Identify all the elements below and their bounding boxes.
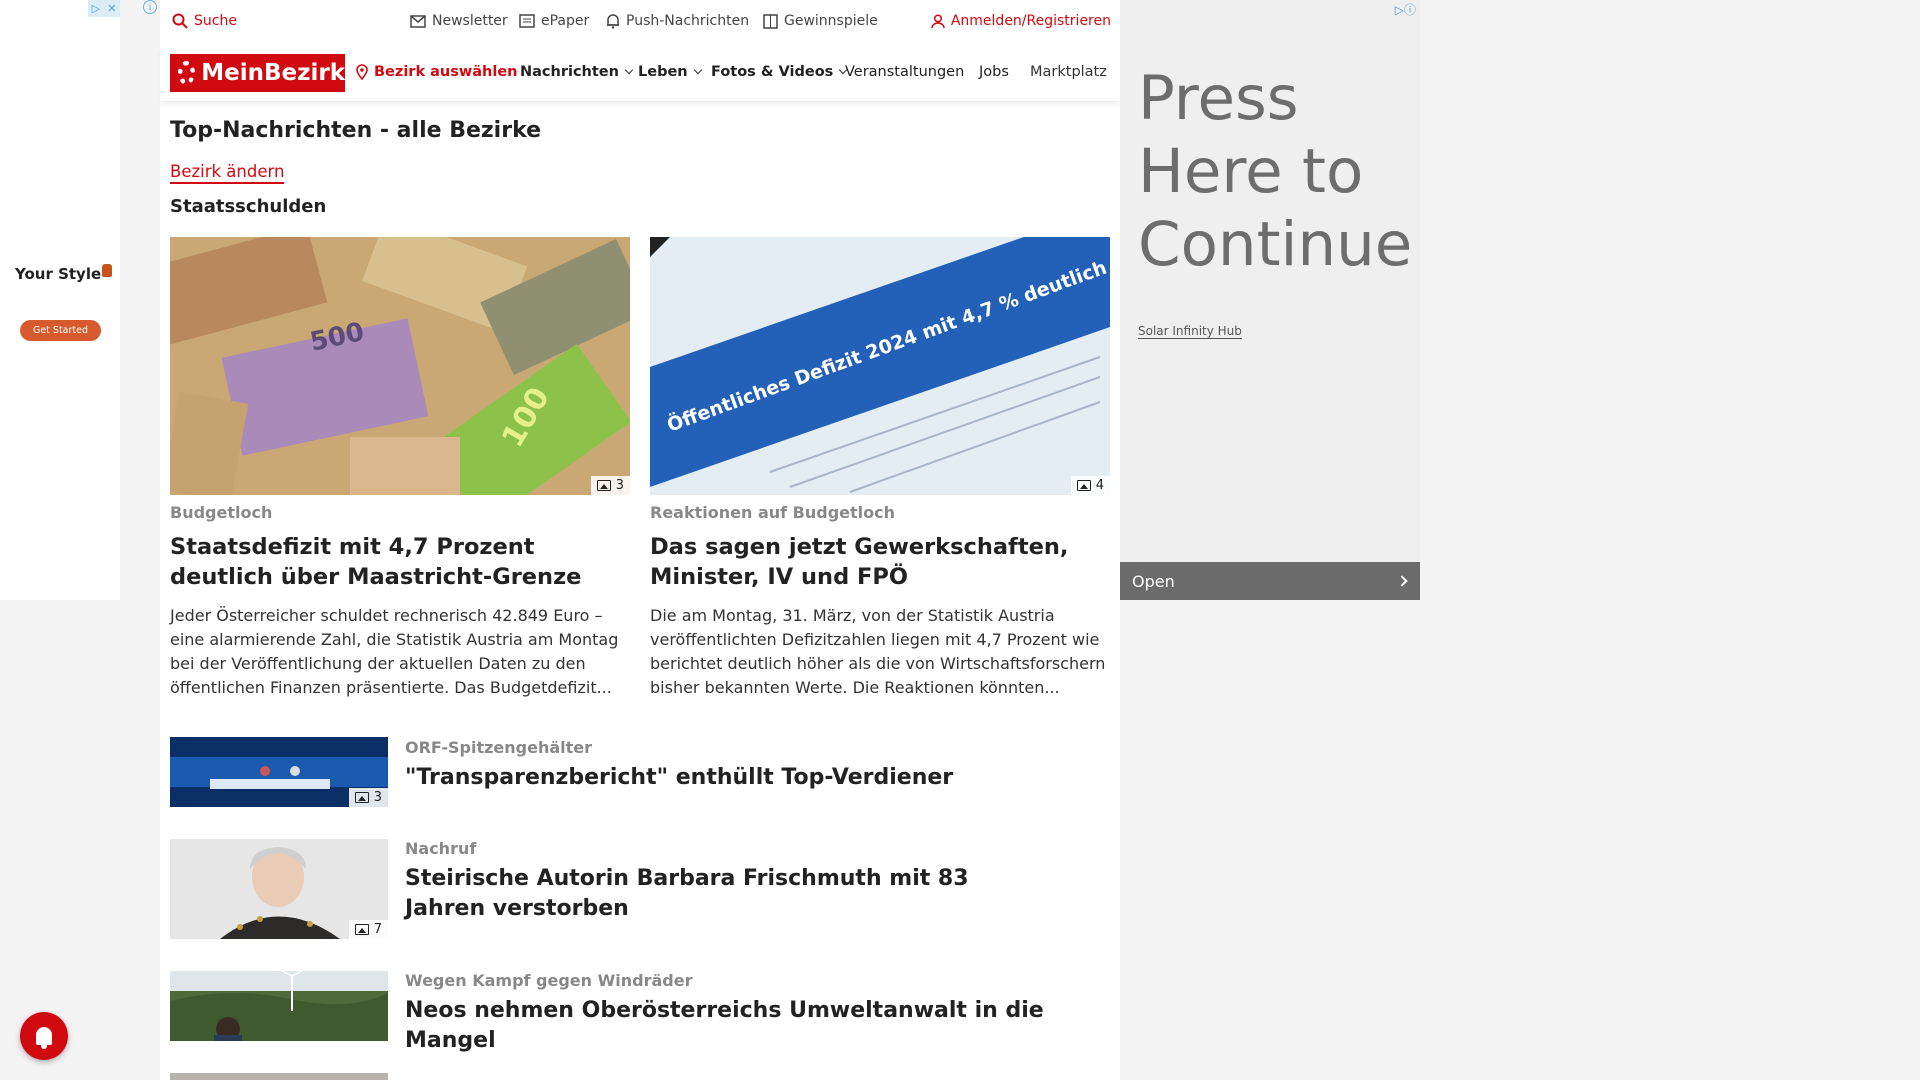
article-headline[interactable]: Das sagen jetzt Gewerkschaften, Minister…	[650, 532, 1110, 592]
article-thumbnail-partial[interactable]	[170, 1073, 388, 1080]
article-card[interactable]: Öffentliches Defizit 2024 mit 4,7 % deut…	[650, 237, 1110, 700]
article-thumbnail[interactable]	[170, 971, 388, 1041]
report-photo: Öffentliches Defizit 2024 mit 4,7 % deut…	[650, 237, 1110, 495]
money-photo: 500 100	[170, 237, 630, 495]
nav-nachrichten[interactable]: Nachrichten	[520, 64, 634, 80]
article-image-money[interactable]: 500 100 3	[170, 237, 630, 495]
article-kicker: Budgetloch	[170, 503, 273, 522]
bell-icon	[607, 13, 619, 29]
adchoices-icon[interactable]: ▷ⓘ	[1395, 1, 1416, 18]
article-kicker: Wegen Kampf gegen Windräder	[405, 971, 693, 990]
nav-fotos-videos[interactable]: Fotos & Videos	[711, 64, 848, 80]
mail-icon	[410, 14, 426, 28]
push-notifications-link[interactable]: Push-Nachrichten	[606, 13, 749, 29]
nav-label: Jobs	[979, 64, 1009, 80]
article-teaser: Jeder Österreicher schuldet rechnerisch …	[170, 606, 619, 697]
article-headline[interactable]: "Transparenzbericht" enthüllt Top-Verdie…	[405, 763, 1105, 793]
search-link[interactable]: Suche	[172, 13, 237, 29]
article-kicker: Reaktionen auf Budgetloch	[650, 503, 895, 522]
epaper-label: ePaper	[541, 13, 590, 29]
ad-info-icon[interactable]: i	[143, 0, 157, 14]
article-row[interactable]: 7 Nachruf Steirische Autorin Barbara Fri…	[170, 839, 1110, 939]
nav-veranstaltungen[interactable]: Veranstaltungen	[845, 64, 964, 80]
main-content: Suche Newsletter ePaper Push-Nachrichten…	[160, 0, 1120, 1080]
section-title: Staatsschulden	[170, 196, 327, 217]
gallery-count: 3	[373, 790, 382, 805]
chevron-down-icon	[693, 65, 702, 75]
article-teaser: Die am Montag, 31. März, von der Statist…	[650, 606, 1106, 697]
gallery-count-badge: 4	[1070, 476, 1110, 495]
gallery-icon	[354, 924, 369, 935]
get-started-button[interactable]: Get Started	[20, 320, 101, 341]
login-link[interactable]: Anmelden/Registrieren	[931, 13, 1111, 29]
gallery-icon	[1076, 480, 1091, 491]
open-label: Open	[1132, 571, 1175, 591]
article-kicker: Nachruf	[405, 839, 477, 858]
gallery-count-badge: 7	[348, 920, 388, 939]
ad-open-button[interactable]: Open	[1120, 562, 1420, 600]
article-headline[interactable]: Neos nehmen Oberösterreichs Umweltanwalt…	[405, 996, 1105, 1056]
nav-label: Nachrichten	[520, 64, 619, 80]
ad-brand-text: Your Style	[15, 264, 113, 283]
adchoices-badge[interactable]: ▷ ✕	[88, 0, 120, 17]
adchoices-icon: ▷	[91, 2, 101, 15]
article-card[interactable]: 500 100 3 Budgetloch Staatsdefizit mit 4…	[170, 237, 630, 700]
brand-logo-icon	[102, 264, 113, 277]
gallery-count: 4	[1095, 478, 1104, 493]
newspaper-icon	[519, 14, 535, 28]
nav-label: Marktplatz	[1030, 64, 1107, 80]
nav-leben[interactable]: Leben	[638, 64, 702, 80]
article-thumbnail[interactable]: 7	[170, 839, 388, 939]
main-navigation: MeinBezirk Bezirk auswählen Nachrichten …	[160, 48, 1120, 102]
article-thumbnail[interactable]: 3	[170, 737, 388, 807]
gewinnspiele-label: Gewinnspiele	[784, 13, 878, 29]
logo-sun-icon	[178, 61, 196, 85]
push-label: Push-Nachrichten	[626, 13, 750, 29]
close-ad-icon[interactable]: ✕	[107, 2, 116, 15]
gift-icon	[763, 13, 778, 29]
user-icon	[931, 13, 945, 28]
right-ad-banner[interactable]: ▷ⓘ Press Here to Continue Solar Infinity…	[1120, 0, 1420, 600]
logo-text: MeinBezirk	[201, 60, 345, 86]
page-title: Top-Nachrichten - alle Bezirke	[170, 118, 542, 143]
nav-label: Veranstaltungen	[845, 64, 965, 80]
login-label: Anmelden/Registrieren	[950, 13, 1111, 29]
wind-turbine-photo	[170, 971, 388, 1041]
nav-marktplatz[interactable]: Marktplatz	[1030, 64, 1114, 80]
chevron-down-icon	[624, 65, 634, 75]
ad-headline[interactable]: Press Here to Continue	[1138, 62, 1412, 281]
chevron-right-icon	[1396, 575, 1408, 587]
bezirk-aendern-link[interactable]: Bezirk ändern	[170, 162, 285, 184]
gallery-count-badge: 3	[590, 476, 630, 495]
article-image-report[interactable]: Öffentliches Defizit 2024 mit 4,7 % deut…	[650, 237, 1110, 495]
gewinnspiele-link[interactable]: Gewinnspiele	[763, 13, 878, 29]
article-kicker: ORF-Spitzengehälter	[405, 738, 593, 757]
bell-icon	[36, 1027, 52, 1049]
ad-sponsor-link[interactable]: Solar Infinity Hub	[1138, 324, 1242, 339]
gallery-count: 7	[373, 922, 382, 937]
search-icon	[172, 13, 188, 29]
article-headline[interactable]: Staatsdefizit mit 4,7 Prozent deutlich ü…	[170, 532, 630, 592]
article-row[interactable]: 3 ORF-Spitzengehälter "Transparenzberich…	[170, 737, 1110, 807]
newsletter-link[interactable]: Newsletter	[410, 13, 508, 29]
bezirk-select-button[interactable]: Bezirk auswählen	[356, 64, 518, 80]
left-ad-banner[interactable]: ▷ ✕ Your Style Get Started	[0, 0, 120, 600]
notification-bell-button[interactable]	[20, 1012, 68, 1060]
bezirk-label: Bezirk auswählen	[374, 64, 518, 80]
gallery-icon	[354, 792, 369, 803]
meinbezirk-logo[interactable]: MeinBezirk	[170, 54, 345, 92]
nav-label: Fotos & Videos	[711, 64, 834, 80]
newsletter-label: Newsletter	[432, 13, 508, 29]
search-label: Suche	[194, 13, 237, 29]
epaper-link[interactable]: ePaper	[519, 13, 589, 29]
nav-jobs[interactable]: Jobs	[979, 64, 1009, 80]
location-pin-icon	[356, 64, 368, 80]
nav-label: Leben	[638, 64, 688, 80]
gallery-count: 3	[615, 478, 624, 493]
gallery-icon	[596, 480, 611, 491]
top-utility-bar: Suche Newsletter ePaper Push-Nachrichten…	[160, 0, 1120, 46]
article-row[interactable]: Wegen Kampf gegen Windräder Neos nehmen …	[170, 971, 1110, 1053]
gallery-count-badge: 3	[348, 788, 388, 807]
article-headline[interactable]: Steirische Autorin Barbara Frischmuth mi…	[405, 864, 1025, 924]
